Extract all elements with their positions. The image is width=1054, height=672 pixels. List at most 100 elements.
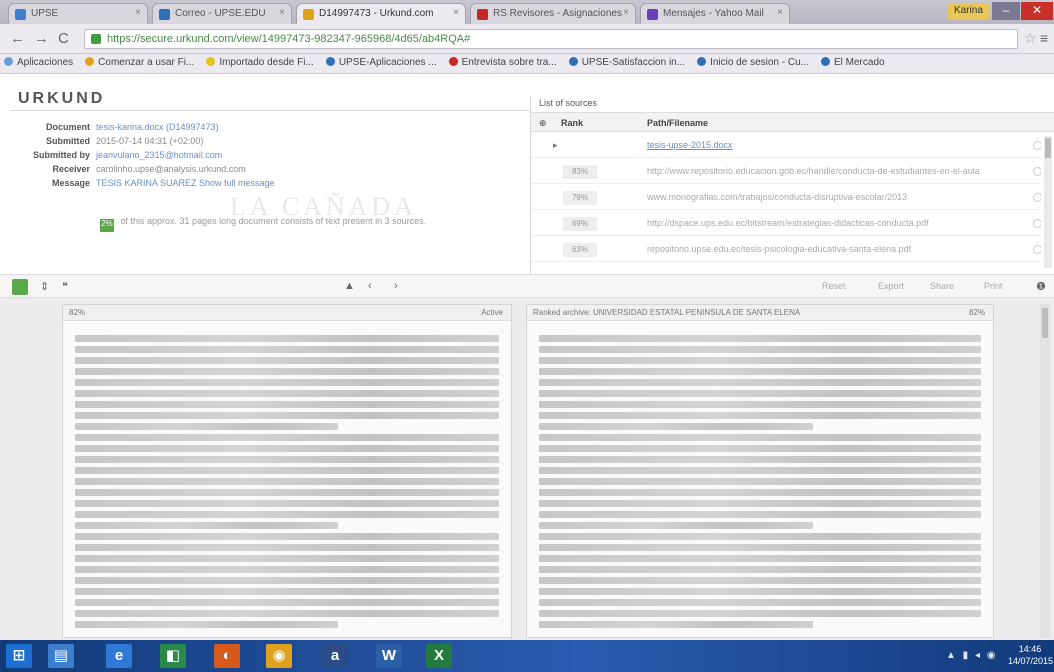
- text-line: [75, 566, 499, 573]
- metadata-value[interactable]: TESIS KARINA SUAREZ Show full message: [96, 178, 275, 188]
- bookmark-item[interactable]: Comenzar a usar Fi...: [85, 57, 194, 68]
- bookmark-item[interactable]: UPSE-Aplicaciones ...: [325, 57, 437, 68]
- browser-tab[interactable]: Mensajes - Yahoo Mail ×: [640, 3, 790, 24]
- export-button[interactable]: Export: [878, 281, 904, 291]
- text-line: [75, 500, 499, 507]
- metadata-value[interactable]: jeanvulano_2315@hotmail.com: [96, 150, 222, 160]
- source-checkbox[interactable]: [1033, 167, 1041, 176]
- browser-tab-strip: UPSE × Correo - UPSE.EDU × D14997473 - Urkun…: [0, 0, 1054, 24]
- expand-arrow-icon[interactable]: ▸: [553, 140, 558, 151]
- bookmark-label: Entrevista sobre tra...: [461, 57, 557, 68]
- source-checkbox[interactable]: [1033, 141, 1041, 150]
- expand-icon[interactable]: ⇕: [40, 280, 49, 293]
- taskbar-app-icon[interactable]: X: [426, 644, 452, 668]
- minimize-button[interactable]: –: [992, 2, 1020, 20]
- metadata-key: Receiver: [52, 164, 90, 174]
- bookmark-favicon-icon: [821, 57, 830, 66]
- similarity-notice: 2% of this approx. 31 pages long documen…: [100, 216, 530, 234]
- source-checkbox[interactable]: [1033, 193, 1041, 202]
- text-line: [75, 390, 499, 397]
- bookmark-label: UPSE-Aplicaciones ...: [338, 57, 437, 68]
- text-line: [539, 467, 981, 474]
- bookmark-item[interactable]: Entrevista sobre tra...: [448, 57, 557, 68]
- browser-tab[interactable]: Correo - UPSE.EDU ×: [152, 3, 292, 24]
- taskbar-app-icon[interactable]: ◉: [266, 644, 292, 668]
- column-rank[interactable]: Rank: [561, 118, 583, 128]
- gear-icon[interactable]: ⊕: [539, 118, 547, 129]
- source-row[interactable]: ▸ tesis-upse-2015.docx: [531, 134, 1041, 158]
- source-row[interactable]: 63% repositorio.upse.edu.ec/tesis-psicolo…: [531, 238, 1041, 262]
- tab-close-icon[interactable]: ×: [135, 7, 141, 18]
- bookmark-item[interactable]: UPSE-Satisfaccion in...: [568, 57, 685, 68]
- left-status: Active: [481, 308, 503, 317]
- reload-icon[interactable]: C: [58, 30, 69, 47]
- text-line: [75, 335, 499, 342]
- source-filename[interactable]: tesis-upse-2015.docx: [647, 140, 1027, 150]
- taskbar-app-icon[interactable]: W: [376, 644, 402, 668]
- user-profile-badge[interactable]: Karina: [948, 3, 989, 20]
- back-arrow-icon[interactable]: ←: [10, 30, 25, 47]
- text-line: [75, 357, 499, 364]
- info-icon[interactable]: ❶: [1036, 280, 1046, 293]
- metadata-value[interactable]: tesis-karina.docx (D14997473): [96, 122, 219, 132]
- source-row[interactable]: 79% www.monografias.com/trabajos/conducta…: [531, 186, 1041, 210]
- submitted-document-pane[interactable]: 82% Active: [62, 304, 512, 638]
- source-document-pane[interactable]: Ranked archive: UNIVERSIDAD ESTATAL PENI…: [526, 304, 994, 638]
- tab-close-icon[interactable]: ×: [777, 7, 783, 18]
- browser-tab[interactable]: RS Revisores - Asignaciones ×: [470, 3, 636, 24]
- menu-icon[interactable]: ≡: [1040, 30, 1048, 46]
- tab-close-icon[interactable]: ×: [453, 7, 459, 18]
- taskbar-app-icon[interactable]: ◐: [214, 644, 240, 668]
- bookmark-label: Aplicaciones: [17, 57, 74, 68]
- source-checkbox[interactable]: [1033, 219, 1041, 228]
- quote-icon[interactable]: ❝: [62, 280, 68, 293]
- system-tray-icons[interactable]: ▲ ▮ ◂ ◉: [946, 650, 997, 661]
- submitted-text: [63, 321, 511, 628]
- document-scrollbar[interactable]: [1040, 304, 1050, 638]
- sources-header: ⊕ Rank Path/Filename: [531, 112, 1054, 132]
- reset-button[interactable]: Reset: [822, 281, 846, 291]
- bookmark-item[interactable]: Inicio de sesion - Cu...: [697, 57, 809, 68]
- bookmark-item[interactable]: Aplicaciones: [4, 57, 73, 68]
- taskbar-app-icon[interactable]: ◧: [160, 644, 186, 668]
- text-line: [539, 489, 981, 496]
- tab-close-icon[interactable]: ×: [623, 7, 629, 18]
- tab-favicon-icon: [647, 9, 658, 20]
- taskbar-clock[interactable]: 14:46 14/07/2015: [1008, 643, 1053, 667]
- flag-icon[interactable]: ▲: [344, 280, 355, 292]
- submitted-document-header: 82% Active: [63, 305, 511, 321]
- taskbar-app-icon[interactable]: a: [322, 644, 348, 668]
- left-match-percent: 82%: [69, 308, 86, 317]
- bookmark-favicon-icon: [697, 57, 707, 66]
- sources-scrollbar[interactable]: [1044, 136, 1052, 268]
- taskbar-app-icon[interactable]: e: [106, 644, 132, 668]
- browser-tab[interactable]: D14997473 - Urkund.com ×: [296, 3, 466, 24]
- taskbar-app-icon[interactable]: ▤: [48, 644, 74, 668]
- source-checkbox[interactable]: [1033, 245, 1041, 254]
- text-line: [75, 610, 499, 617]
- share-button[interactable]: Share: [930, 281, 954, 291]
- source-row[interactable]: 69% http://dspace.ups.edu.ec/bitstream/es…: [531, 212, 1041, 236]
- close-window-button[interactable]: ✕: [1021, 2, 1053, 20]
- address-bar[interactable]: https://secure.urkund.com/view/14997473-…: [84, 29, 1018, 49]
- urkund-logo: URKUND: [18, 90, 106, 107]
- previous-icon[interactable]: ‹: [368, 280, 372, 292]
- next-icon[interactable]: ›: [394, 280, 398, 292]
- tab-close-icon[interactable]: ×: [279, 7, 285, 18]
- bookmark-item[interactable]: El Mercado: [821, 57, 885, 68]
- bookmark-item[interactable]: Importado desde Fi...: [206, 57, 314, 68]
- bookmark-favicon-icon: [325, 57, 335, 66]
- text-line: [75, 368, 499, 375]
- text-line: [539, 610, 981, 617]
- forward-arrow-icon[interactable]: →: [34, 30, 49, 47]
- text-line: [539, 566, 981, 573]
- highlight-toggle-icon[interactable]: [12, 279, 28, 295]
- source-row[interactable]: 83% http://www.repositorio.educacion.gob.…: [531, 160, 1041, 184]
- print-button[interactable]: Print: [984, 281, 1003, 291]
- column-path[interactable]: Path/Filename: [647, 118, 708, 128]
- text-line: [539, 577, 981, 584]
- taskbar-app-icon[interactable]: ⊞: [6, 644, 32, 668]
- bookmark-star-icon[interactable]: ☆: [1024, 30, 1037, 47]
- browser-tab[interactable]: UPSE ×: [8, 3, 148, 24]
- text-line: [539, 599, 981, 606]
